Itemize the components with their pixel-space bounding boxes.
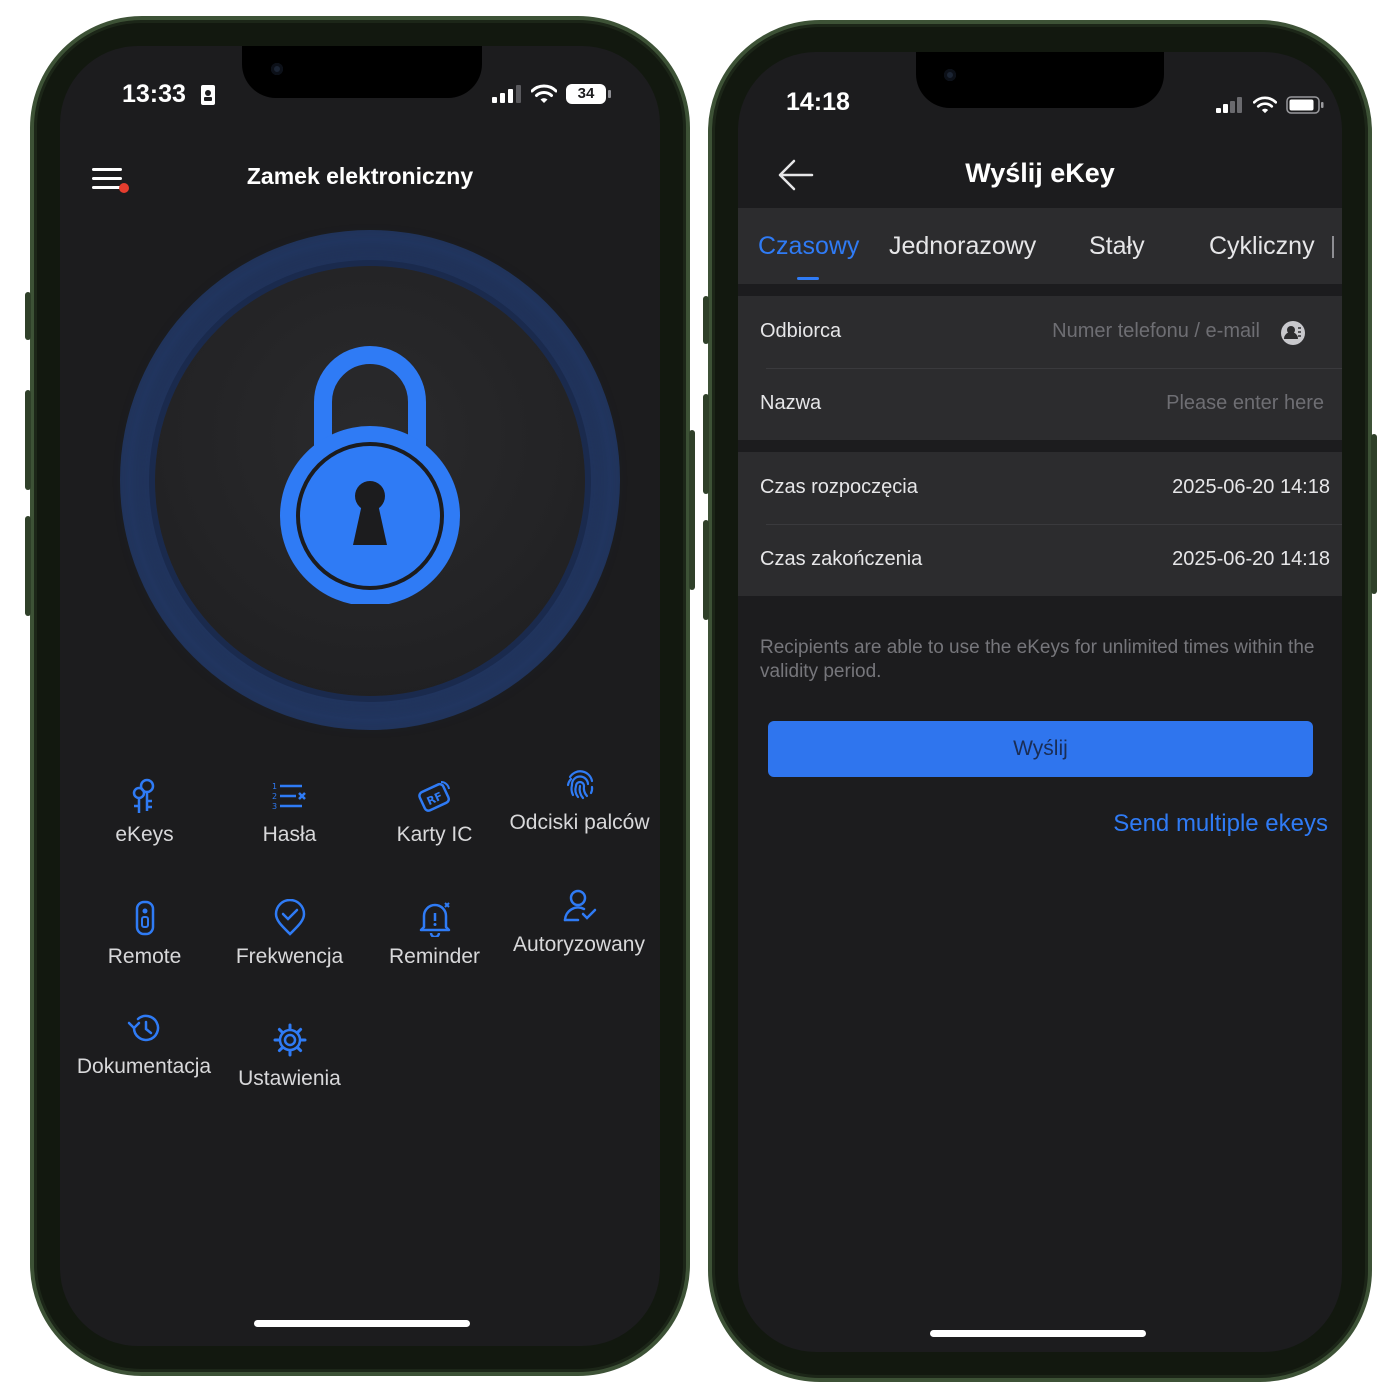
status-time: 13:33 — [122, 80, 186, 108]
grid-item-label: Dokumentacja — [76, 1055, 212, 1078]
front-camera — [944, 69, 956, 81]
grid-item-label: eKeys — [115, 823, 174, 846]
tab-one-time[interactable]: Jednorazowy — [889, 232, 1036, 261]
svg-text:3: 3 — [272, 802, 277, 811]
home-indicator[interactable] — [930, 1330, 1146, 1337]
screen-right: 14:18 Wyślij eKey Czasowy Jednorazowy St… — [738, 52, 1342, 1352]
volume-down-button — [25, 516, 31, 616]
grid-item-label: Autoryzowany — [513, 933, 645, 956]
page-title: Zamek elektroniczny — [246, 163, 474, 189]
authorized-user-icon — [563, 889, 596, 922]
grid-item-settings[interactable]: Ustawienia — [217, 1020, 362, 1092]
name-label: Nazwa — [760, 392, 822, 414]
recipient-input[interactable]: Numer telefonu / e-mail — [1052, 320, 1260, 343]
power-button — [1371, 434, 1377, 594]
volume-up-button — [703, 394, 709, 494]
grid-item-label: Frekwencja — [235, 945, 344, 968]
tab-timed[interactable]: Czasowy — [758, 232, 859, 261]
time-section: Czas rozpoczęcia 2025-06-20 14:18 Czas z… — [738, 452, 1342, 596]
remote-icon — [135, 900, 154, 936]
padlock-icon — [280, 346, 460, 604]
grid-item-authorized[interactable]: Autoryzowany — [507, 886, 652, 958]
svg-text:2: 2 — [272, 792, 277, 801]
grid-item-label: Ustawienia — [238, 1067, 341, 1090]
mute-switch — [703, 296, 709, 344]
page-title: Wyślij eKey — [965, 158, 1115, 188]
grid-item-fingerprints[interactable]: Odciski palców — [507, 764, 652, 836]
ekeys-icon — [132, 778, 154, 813]
notch — [916, 52, 1164, 108]
attendance-icon — [274, 899, 305, 936]
battery-icon — [1286, 96, 1324, 114]
end-time-row[interactable]: Czas zakończenia 2025-06-20 14:18 — [738, 524, 1342, 596]
end-time-label: Czas zakończenia — [760, 548, 923, 570]
recipient-label: Odbiorca — [760, 320, 842, 342]
power-button — [689, 430, 695, 590]
recipient-row[interactable]: Odbiorca Numer telefonu / e-mail — [738, 296, 1342, 368]
status-time: 14:18 — [786, 88, 850, 116]
grid-item-label: Odciski palców — [509, 811, 650, 834]
start-time-label: Czas rozpoczęcia — [760, 476, 918, 498]
bell-icon — [419, 902, 450, 937]
end-time-value[interactable]: 2025-06-20 14:18 — [1172, 548, 1330, 571]
grid-item-label: Hasła — [262, 823, 317, 846]
passwords-icon: 1 2 3 — [272, 782, 306, 811]
tab-recurring[interactable]: Cykliczny — [1209, 232, 1315, 261]
grid-item-label: Remote — [107, 945, 182, 968]
fingerprint-icon — [566, 770, 593, 800]
mute-switch — [25, 292, 31, 340]
signal-icon — [1216, 97, 1242, 113]
tab-permanent[interactable]: Stały — [1089, 232, 1145, 261]
home-indicator[interactable] — [254, 1320, 470, 1327]
grid-item-label: Reminder — [388, 945, 481, 968]
svg-text:1: 1 — [272, 782, 277, 791]
start-time-value[interactable]: 2025-06-20 14:18 — [1172, 476, 1330, 499]
validity-hint: Recipients are able to use the eKeys for… — [760, 637, 1315, 682]
send-multiple-link[interactable]: Send multiple ekeys — [1113, 810, 1328, 838]
status-icons — [1216, 96, 1324, 114]
wifi-icon — [531, 84, 557, 103]
grid-item-ekeys[interactable]: eKeys — [72, 776, 217, 848]
grid-item-ic-cards[interactable]: RF Karty IC — [362, 776, 507, 848]
send-button[interactable]: Wyślij — [768, 721, 1313, 777]
grid-item-passwords[interactable]: 1 2 3 Hasła — [217, 776, 362, 848]
id-card-icon — [201, 85, 215, 105]
battery-icon: 34 — [566, 84, 611, 104]
screen-left: 13:33 34 Zamek elektroniczny eKeys 1 2 3… — [60, 46, 660, 1346]
volume-down-button — [703, 520, 709, 620]
volume-up-button — [25, 390, 31, 490]
contacts-icon[interactable] — [1280, 320, 1306, 346]
tab-overflow-indicator — [1332, 236, 1334, 258]
status-icons: 34 — [492, 84, 611, 104]
rf-card-icon: RF — [417, 780, 450, 812]
grid-item-attendance[interactable]: Frekwencja — [217, 898, 362, 970]
tab-bar: Czasowy Jednorazowy Stały Cykliczny — [738, 208, 1342, 284]
signal-icon — [492, 85, 521, 103]
grid-item-label: Karty IC — [396, 823, 473, 846]
grid-item-remote[interactable]: Remote — [72, 898, 217, 970]
name-row[interactable]: Nazwa Please enter here — [738, 368, 1342, 440]
wifi-icon — [1253, 96, 1277, 114]
start-time-row[interactable]: Czas rozpoczęcia 2025-06-20 14:18 — [738, 452, 1342, 524]
name-input[interactable]: Please enter here — [1166, 392, 1324, 415]
front-camera — [271, 63, 283, 75]
phone-frame-right: 14:18 Wyślij eKey Czasowy Jednorazowy St… — [703, 20, 1377, 1382]
history-icon — [127, 1014, 159, 1042]
phone-frame-left: 13:33 34 Zamek elektroniczny eKeys 1 2 3… — [25, 16, 695, 1376]
battery-level: 34 — [577, 85, 595, 102]
grid-item-records[interactable]: Dokumentacja — [72, 1008, 217, 1080]
settings-gear-icon — [273, 1023, 306, 1057]
grid-item-reminder[interactable]: Reminder — [362, 898, 507, 970]
notch — [242, 46, 482, 98]
active-tab-indicator — [797, 277, 819, 280]
recipient-section: Odbiorca Numer telefonu / e-mail Nazwa P… — [738, 296, 1342, 440]
